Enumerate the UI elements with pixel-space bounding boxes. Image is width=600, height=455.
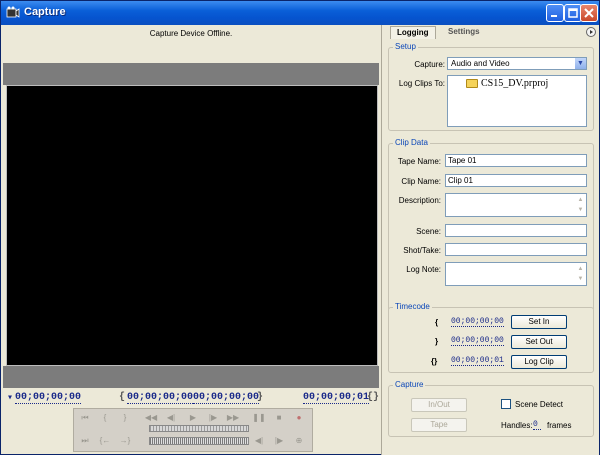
- play-icon[interactable]: ▶: [186, 412, 200, 423]
- out-point-timecode[interactable]: 00;00;00;00: [193, 392, 260, 404]
- minimize-button[interactable]: [546, 4, 564, 22]
- jog-control[interactable]: [149, 425, 249, 432]
- scene-label: Scene:: [416, 227, 441, 236]
- timecode-duration-value[interactable]: 00;00;00;01: [451, 356, 504, 366]
- logging-panel: Logging Settings Setup Capture: Audio an…: [381, 25, 599, 455]
- clip-data-title: Clip Data: [393, 138, 430, 147]
- setup-title: Setup: [393, 42, 418, 51]
- panel-menu-arrow-icon: [590, 30, 593, 34]
- stop-icon[interactable]: ■: [272, 412, 286, 423]
- in-brace-icon: {: [435, 318, 439, 327]
- window-title: Capture: [24, 6, 66, 18]
- out-point-brace-icon: }: [257, 392, 264, 403]
- scene-field[interactable]: [445, 224, 587, 237]
- shot-take-label: Shot/Take:: [403, 246, 441, 255]
- duration-timecode[interactable]: 00;00;00;01: [303, 392, 370, 404]
- set-in-button[interactable]: Set In: [511, 315, 567, 329]
- set-out-button[interactable]: Set Out: [511, 335, 567, 349]
- monitor-top-band: [3, 63, 379, 85]
- timecode-title: Timecode: [393, 302, 432, 311]
- maximize-icon: [568, 8, 578, 18]
- log-note-field[interactable]: ▲ ▼: [445, 262, 587, 286]
- log-note-label: Log Note:: [406, 265, 441, 274]
- shuttle-control[interactable]: [149, 437, 249, 445]
- timecode-in-value[interactable]: 00;00;00;00: [451, 317, 504, 327]
- folder-icon: [466, 79, 478, 88]
- capture-label: Capture:: [414, 60, 445, 69]
- video-preview: [6, 85, 378, 366]
- in-point-brace-icon: {: [119, 392, 126, 403]
- title-bar[interactable]: Capture: [1, 1, 599, 25]
- capture-select-value: Audio and Video: [451, 59, 510, 68]
- goto-out-icon[interactable]: ⏭: [78, 435, 92, 446]
- log-clip-button[interactable]: Log Clip: [511, 355, 567, 369]
- record-icon[interactable]: ●: [292, 412, 306, 423]
- minimize-icon: [551, 15, 557, 17]
- capture-window: Capture Capture Device Offline. ▾ 00;00;…: [0, 0, 600, 455]
- in-point-timecode[interactable]: 00;00;00;00: [127, 392, 194, 404]
- tab-settings[interactable]: Settings: [442, 26, 486, 39]
- pause-icon[interactable]: ❚❚: [252, 412, 266, 423]
- timecode-group: Timecode { 00;00;00;00 Set In } 00;00;00…: [388, 302, 594, 373]
- timecode-out-value[interactable]: 00;00;00;00: [451, 336, 504, 346]
- current-timecode-marker-icon: ▾: [7, 393, 14, 404]
- log-note-scroll-arrows-icon[interactable]: ▲ ▼: [576, 264, 585, 284]
- tab-logging[interactable]: Logging: [390, 26, 436, 39]
- capture-title: Capture: [393, 380, 426, 389]
- fast-forward-icon[interactable]: ▶▶: [226, 412, 240, 423]
- panel-tabs: Logging Settings: [382, 25, 600, 39]
- close-icon: [584, 8, 594, 18]
- device-status: Capture Device Offline.: [149, 29, 233, 38]
- set-out-brace-icon[interactable]: }: [118, 412, 132, 423]
- goto-out-point-icon[interactable]: →}: [118, 435, 132, 446]
- scene-detect-checkbox[interactable]: [501, 399, 511, 409]
- tape-name-field[interactable]: Tape 01: [445, 154, 587, 167]
- transport-controls: ⏮ { } ◀◀ ◀| ▶ |▶ ▶▶ ❚❚ ■ ● ⏭ {← →} ◀| |▶…: [73, 408, 313, 452]
- clip-name-field[interactable]: Clip 01: [445, 174, 587, 187]
- description-scroll-arrows-icon[interactable]: ▲ ▼: [576, 195, 585, 215]
- capture-select[interactable]: Audio and Video ▼: [447, 57, 587, 70]
- chevron-down-icon[interactable]: ▼: [574, 58, 586, 69]
- scene-search-icon[interactable]: ⊕: [292, 435, 306, 446]
- setup-group: Setup Capture: Audio and Video ▼ Log Cli…: [388, 42, 594, 131]
- capture-app-icon: [6, 6, 20, 18]
- current-timecode[interactable]: 00;00;00;00: [15, 392, 82, 404]
- step-forward-icon[interactable]: |▶: [206, 412, 220, 423]
- in-out-button[interactable]: In/Out: [411, 398, 467, 412]
- capture-group: Capture In/Out Tape Scene Detect Handles…: [388, 380, 594, 437]
- frames-label: frames: [547, 421, 572, 430]
- capture-monitor: Capture Device Offline. ▾ 00;00;00;00 { …: [3, 25, 379, 453]
- scene-detect-label: Scene Detect: [515, 400, 564, 409]
- slow-play-icon[interactable]: |▶: [272, 435, 286, 446]
- out-brace-icon: }: [435, 337, 439, 346]
- clip-data-group: Clip Data Tape Name: Tape 01 Clip Name: …: [388, 138, 594, 311]
- shot-take-field[interactable]: [445, 243, 587, 256]
- rewind-icon[interactable]: ◀◀: [144, 412, 158, 423]
- monitor-bottom-band: [3, 366, 379, 388]
- project-folder-label[interactable]: CS15_DV.prproj: [481, 78, 548, 89]
- description-field[interactable]: ▲ ▼: [445, 193, 587, 217]
- timecode-row: ▾ 00;00;00;00 { 00;00;00;00 00;00;00;00 …: [3, 390, 379, 408]
- tape-button[interactable]: Tape: [411, 418, 467, 432]
- goto-in-point-icon[interactable]: {←: [98, 435, 112, 446]
- duration-brace-icon: {}: [431, 357, 438, 366]
- log-clips-to-label: Log Clips To:: [398, 79, 445, 88]
- slow-reverse-icon[interactable]: ◀|: [252, 435, 266, 446]
- log-clips-tree[interactable]: CS15_DV.prproj: [447, 75, 587, 127]
- goto-in-icon[interactable]: ⏮: [78, 412, 92, 423]
- description-label: Description:: [398, 196, 441, 205]
- panel-menu-button[interactable]: [586, 27, 596, 37]
- handles-value[interactable]: 0: [533, 420, 541, 430]
- handles-label: Handles:: [501, 421, 533, 430]
- duration-brace-icon: {}: [367, 392, 380, 403]
- set-in-brace-icon[interactable]: {: [98, 412, 112, 423]
- step-back-icon[interactable]: ◀|: [164, 412, 178, 423]
- clip-name-label: Clip Name:: [401, 177, 441, 186]
- close-button[interactable]: [580, 4, 598, 22]
- tape-name-label: Tape Name:: [397, 157, 441, 166]
